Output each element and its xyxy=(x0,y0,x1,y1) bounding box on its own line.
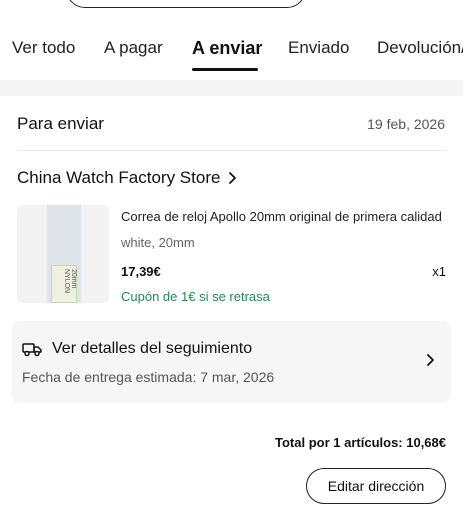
chevron-right-icon xyxy=(229,172,237,184)
order-date: 19 feb, 2026 xyxy=(367,116,445,132)
order-total: Total por 1 artículos: 10,68€ xyxy=(275,435,446,450)
divider xyxy=(17,150,447,151)
tracking-card[interactable]: Ver detalles del seguimiento Fecha de en… xyxy=(12,321,451,403)
order-tabs: Ver todo A pagar A enviar Enviado Devolu… xyxy=(0,0,463,80)
order-status-label: Para enviar xyxy=(17,114,104,133)
product-price: 17,39€ xyxy=(121,264,161,279)
product-variant: white, 20mm xyxy=(121,235,195,250)
truck-icon xyxy=(22,343,42,357)
tab-ver-todo[interactable]: Ver todo xyxy=(12,38,75,58)
strap-print: 20mm NYLON xyxy=(63,269,77,294)
section-divider xyxy=(0,80,463,96)
delay-coupon: Cupón de 1€ si se retrasa xyxy=(121,289,270,304)
tab-devolucion[interactable]: Devolución/ xyxy=(377,38,463,58)
chevron-right-icon xyxy=(427,354,434,366)
delivery-estimate: Fecha de entrega estimada: 7 mar, 2026 xyxy=(22,369,275,385)
active-tab-indicator xyxy=(192,68,258,71)
watch-strap-image[interactable]: 20mm NYLON xyxy=(17,205,109,303)
store-link[interactable]: China Watch Factory Store xyxy=(17,168,240,188)
store-name: China Watch Factory Store xyxy=(17,168,221,187)
product-quantity: x1 xyxy=(432,264,446,279)
edit-address-button[interactable]: Editar dirección xyxy=(306,468,446,504)
product-title[interactable]: Correa de reloj Apollo 20mm original de … xyxy=(121,209,447,224)
tab-a-enviar[interactable]: A enviar xyxy=(192,38,262,59)
tab-enviado[interactable]: Enviado xyxy=(288,38,349,58)
tab-a-pagar[interactable]: A pagar xyxy=(104,38,163,58)
tracking-title: Ver detalles del seguimiento xyxy=(52,340,253,357)
